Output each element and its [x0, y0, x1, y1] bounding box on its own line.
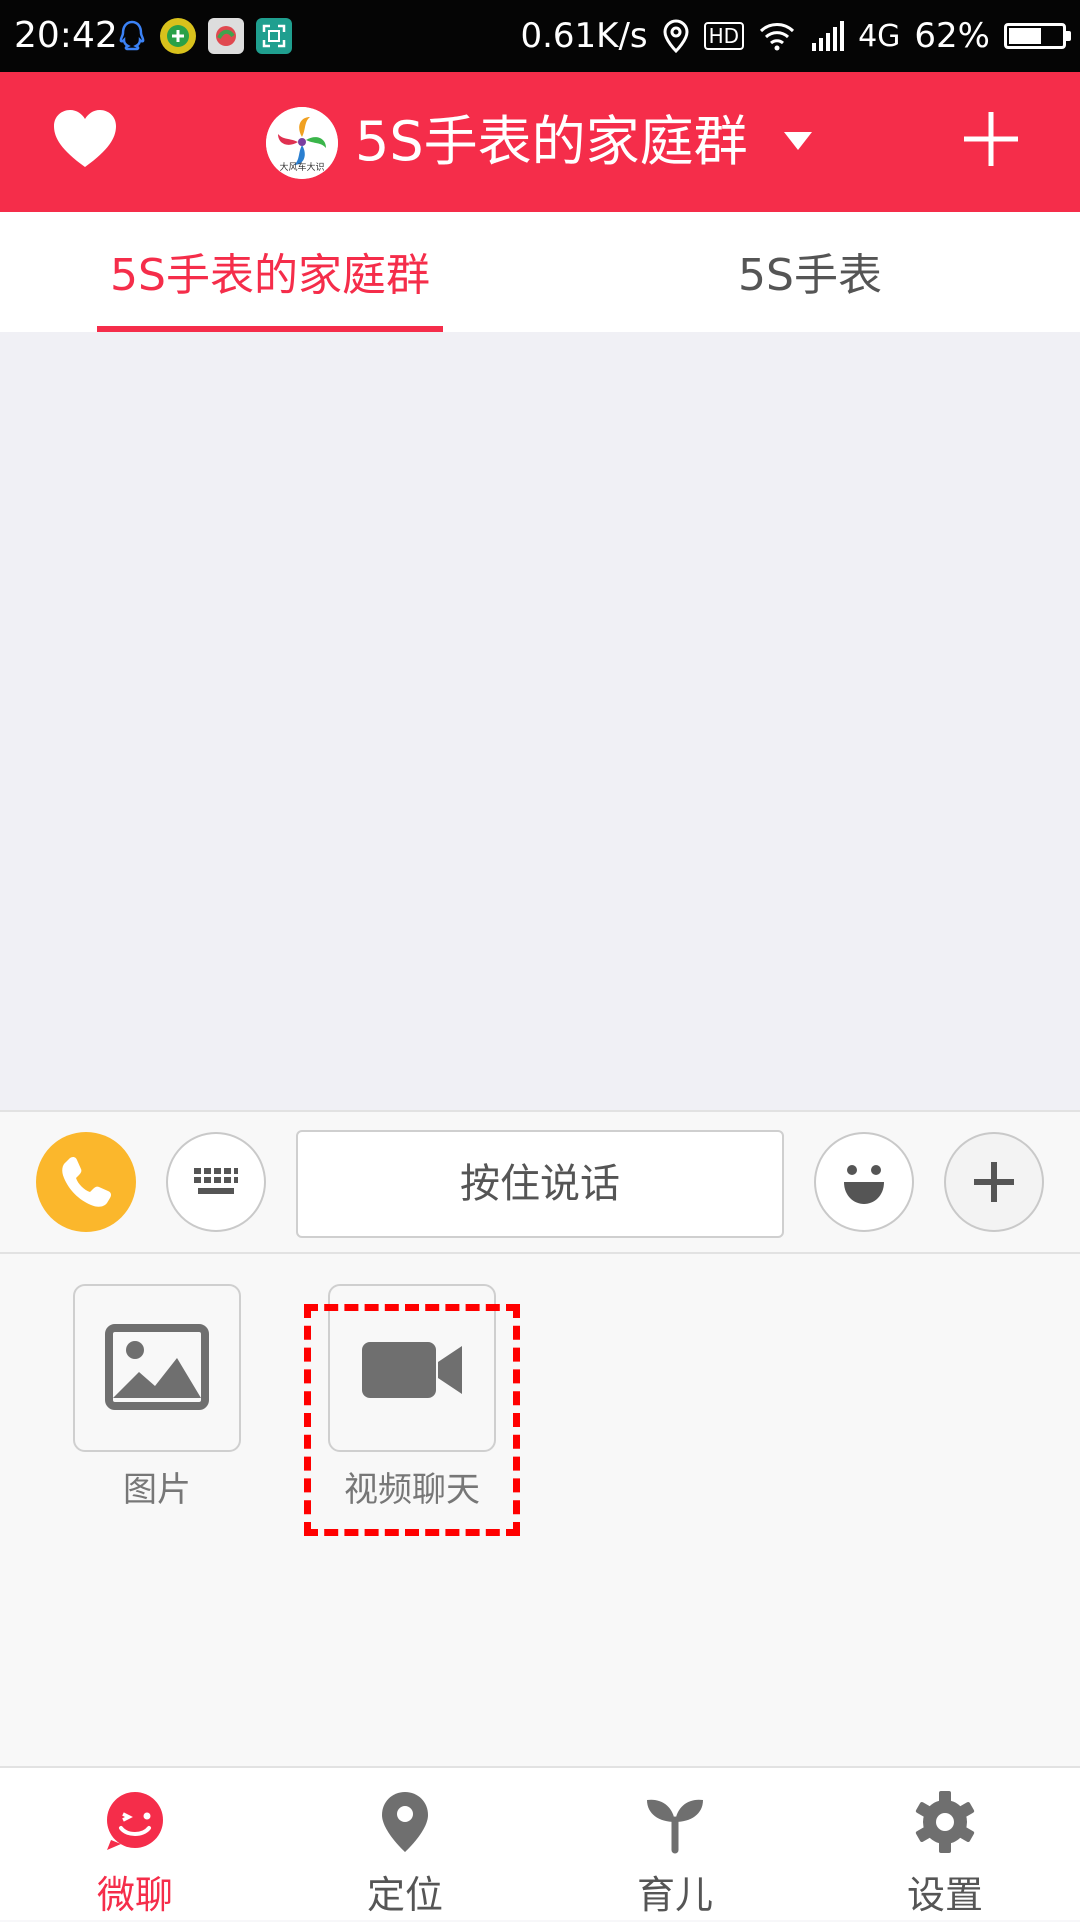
tab-watch[interactable]: 5S手表 [600, 212, 1020, 332]
nav-label-parenting: 育儿 [636, 1873, 713, 1917]
plus-icon [964, 112, 1018, 166]
keyboard-toggle-button[interactable] [166, 1132, 266, 1232]
picture-button[interactable] [73, 1284, 241, 1452]
app-header: 大风车大识 5S手表的家庭群 [0, 72, 1080, 212]
emoji-button[interactable] [814, 1132, 914, 1232]
attachment-panel: 图片 视频聊天 [0, 1254, 1080, 1766]
net-speed: 0.61K/s [520, 16, 648, 56]
status-time: 20:42 [14, 15, 118, 56]
hold-to-talk-button[interactable]: 按住说话 [296, 1130, 784, 1238]
sprout-icon [647, 1799, 703, 1854]
input-bar: 按住说话 [0, 1110, 1080, 1254]
gear-icon [915, 1791, 975, 1853]
network-type: 4G [858, 18, 901, 54]
nav-item-parenting[interactable]: 育儿 [540, 1768, 810, 1922]
heart-icon [54, 110, 116, 167]
scan-notification-icon [256, 18, 292, 54]
battery-percent: 62% [914, 16, 990, 56]
phone-icon [62, 1156, 112, 1207]
favorite-heart-button[interactable] [50, 107, 130, 177]
location-pin-icon [382, 1792, 428, 1852]
plus-notification-icon [160, 18, 196, 54]
wifi-icon [760, 23, 795, 51]
call-button[interactable] [36, 1132, 136, 1232]
nav-item-settings[interactable]: 设置 [810, 1768, 1080, 1922]
nav-label-chat: 微聊 [96, 1873, 173, 1917]
tab-group-chat[interactable]: 5S手表的家庭群 [60, 212, 480, 332]
app-notification-icon [208, 18, 244, 54]
qq-notification-icon [114, 18, 150, 54]
picture-label: 图片 [123, 1470, 191, 1510]
video-chat-highlight-box [304, 1304, 520, 1536]
status-right-cluster: 0.61K/s HD 4G 62% [520, 12, 1071, 60]
chat-bubble-icon [107, 1792, 163, 1850]
status-bar: 20:42 0.61K/s HD 4G 62% [0, 0, 1080, 72]
battery-icon [1004, 23, 1071, 49]
add-button[interactable] [960, 108, 1022, 170]
nav-item-chat[interactable]: 微聊 [0, 1768, 270, 1922]
tab-bar: 5S手表的家庭群 5S手表 [0, 212, 1080, 332]
nav-label-location: 定位 [366, 1873, 443, 1917]
more-options-button[interactable] [944, 1132, 1044, 1232]
avatar-text: 大风车大识 [279, 161, 324, 173]
nav-label-settings: 设置 [906, 1873, 983, 1917]
plus-icon [974, 1162, 1014, 1202]
dropdown-caret-icon[interactable] [784, 132, 812, 150]
image-icon [105, 1324, 209, 1410]
group-avatar[interactable]: 大风车大识 [266, 107, 338, 179]
smiley-icon [844, 1165, 884, 1204]
hd-badge: HD [703, 22, 745, 50]
group-title[interactable]: 5S手表的家庭群 [355, 107, 748, 177]
signal-icon [812, 21, 845, 51]
nav-item-location[interactable]: 定位 [270, 1768, 540, 1922]
location-status-icon [663, 19, 689, 53]
chat-message-area[interactable] [0, 332, 1080, 1110]
bottom-navigation: 微聊 定位 育儿 设置 [0, 1766, 1080, 1920]
battery-level [1009, 28, 1041, 44]
keyboard-icon [194, 1168, 238, 1194]
